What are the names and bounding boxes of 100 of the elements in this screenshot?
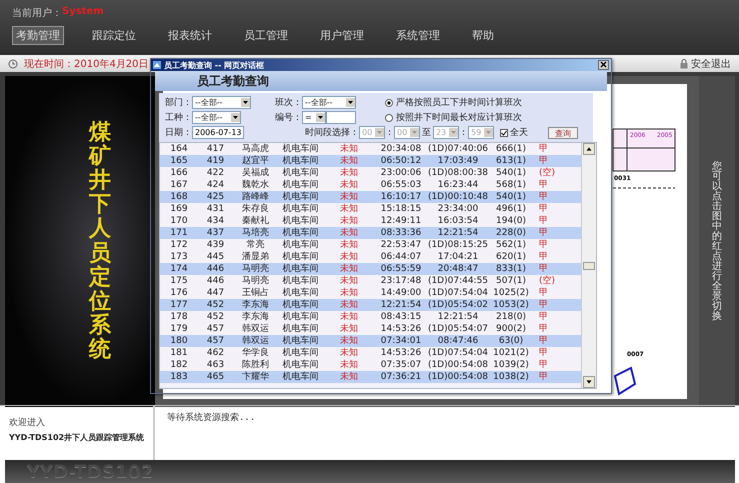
field-label: 至 [422, 127, 431, 139]
table-cell-text: 机电车间 [282, 287, 320, 299]
radio-option[interactable]: 按照井下时间最长对应计算班次 [385, 111, 522, 124]
table-cell-text: 174 [169, 263, 189, 275]
table-cell-text: 06:55:59 [380, 263, 422, 275]
table-cell-text: 机电车间 [282, 347, 320, 359]
table-cell-text: 462 [206, 347, 226, 359]
table-cell-text: 22:53:47 [380, 239, 422, 251]
table-cell-text: 1021(2) [492, 347, 530, 359]
table-cell: (1D)00:54:08 [427, 371, 489, 383]
table-cell: (1D)05:54:02 [427, 299, 489, 311]
checkbox[interactable]: 全天 [500, 126, 528, 139]
table-cell-text: 540(1) [495, 167, 527, 179]
table-cell-text: 未知 [339, 155, 359, 167]
table-cell-text: 机电车间 [282, 143, 320, 155]
table-cell-text: 507(1) [495, 275, 527, 287]
radio-option[interactable]: 严格按照员工下井时间计算班次 [385, 96, 522, 109]
close-button[interactable] [598, 60, 609, 70]
table-cell-text: 17:04:21 [436, 251, 480, 263]
table-cell-text: 未知 [339, 287, 359, 299]
table-cell-text: 韩双运 [241, 335, 270, 347]
caret-icon [449, 128, 458, 137]
scroll-down-icon[interactable] [583, 376, 595, 388]
table-cell-text: 171 [169, 227, 189, 239]
table-cell-text: 16:23:44 [436, 179, 480, 191]
table-cell-text: 甲 [538, 335, 549, 347]
table-cell-text: 机电车间 [282, 239, 320, 251]
dropdown[interactable]: = [302, 111, 326, 124]
separator: ： [385, 127, 394, 139]
date-field[interactable]: 2006-07-13 [192, 126, 244, 139]
table-cell-text: 447 [206, 287, 226, 299]
table-cell-text: 未知 [339, 239, 359, 251]
table-cell-text: 452 [206, 299, 226, 311]
table-cell-text: 未知 [339, 143, 359, 155]
table-cell: (1D)00:54:08 [427, 359, 489, 371]
field-label: 部门： [165, 96, 192, 109]
table-cell-text: 机电车间 [282, 311, 320, 323]
table-cell-text: 机电车间 [282, 167, 320, 179]
table-cell-text: 魏乾水 [241, 179, 270, 191]
table-cell-text: 169 [169, 203, 189, 215]
table-cell-text: 446 [206, 275, 226, 287]
nav-tab[interactable]: 报表统计 [164, 26, 216, 45]
scroll-up-icon[interactable] [583, 143, 595, 155]
dropdown[interactable]: --全部-- [302, 96, 356, 109]
dropdown[interactable]: --全部-- [192, 111, 241, 124]
table-cell-text: 17:03:49 [436, 155, 480, 167]
table-cell-text: 431 [206, 203, 226, 215]
table-cell-text: 463 [206, 359, 226, 371]
table-cell-text: 833(1) [495, 263, 527, 275]
table-cell-text: 未知 [339, 215, 359, 227]
separator: ： [459, 127, 468, 139]
table-cell-text: 07:35:07 [380, 359, 422, 371]
logout-button[interactable]: 安全退出 [680, 56, 731, 70]
input-field[interactable] [326, 111, 356, 124]
table-cell-text: 452 [206, 311, 226, 323]
table-cell-text: 未知 [339, 191, 359, 203]
dropdown[interactable]: --全部-- [192, 96, 251, 109]
query-button[interactable]: 查询 [548, 126, 578, 138]
table-cell-text: 12:21:54 [380, 299, 422, 311]
table-cell-text: 12:21:54 [436, 227, 480, 239]
lock-icon [680, 58, 688, 68]
table-cell-text: 甲 [538, 143, 549, 155]
close-icon [600, 61, 607, 68]
table-cell-text: 15:18:15 [380, 203, 422, 215]
nav-tab[interactable]: 员工管理 [240, 26, 292, 45]
nav-tab[interactable]: 用户管理 [316, 26, 368, 45]
table-cell-text: 赵宜平 [241, 155, 270, 167]
table-cell-text: 613(1) [495, 155, 527, 167]
table-cell-text: 07:34:01 [380, 335, 422, 347]
scrollbar[interactable] [581, 143, 596, 388]
table-cell-text: 未知 [339, 311, 359, 323]
nav-tab[interactable]: 跟踪定位 [88, 26, 140, 45]
table-cell-text: 14:53:26 [380, 347, 422, 359]
table-cell-text: 12:21:54 [436, 311, 480, 323]
table-cell-text: 540(1) [495, 191, 527, 203]
table-cell-text: 465 [206, 371, 226, 383]
table-cell-text: 马培亮 [241, 227, 270, 239]
nav-tab[interactable]: 帮助 [468, 26, 498, 45]
table-cell-text: 甲 [538, 215, 549, 227]
field-label: 工种： [165, 112, 192, 124]
nav-tab[interactable]: 考勤管理 [12, 26, 64, 45]
table-cell-text: 未知 [339, 263, 359, 275]
table-cell-text: 机电车间 [282, 215, 320, 227]
table-cell-text: 甲 [538, 323, 549, 335]
table-cell-text: 20:48:47 [436, 263, 480, 275]
caret-icon [484, 128, 493, 137]
table-cell-text: 甲 [538, 191, 549, 203]
table-cell-text: 韩双运 [241, 323, 270, 335]
table-cell-text: 未知 [339, 251, 359, 263]
table-cell-text: 14:53:26 [380, 323, 422, 335]
scroll-thumb[interactable] [583, 262, 595, 270]
table-cell-text: 甲 [538, 263, 549, 275]
table-cell-text: 167 [169, 179, 189, 191]
field-label: 日期： [165, 126, 192, 139]
nav-tab[interactable]: 系统管理 [392, 26, 444, 45]
table-cell-text: 甲 [538, 311, 549, 323]
table-cell-text: 14:49:00 [380, 287, 422, 299]
current-time: 现在时间：2010年4月20日 [24, 58, 149, 70]
table-cell: (1D)07:54:04 [427, 347, 489, 359]
table-cell-text: 568(1) [495, 179, 527, 191]
